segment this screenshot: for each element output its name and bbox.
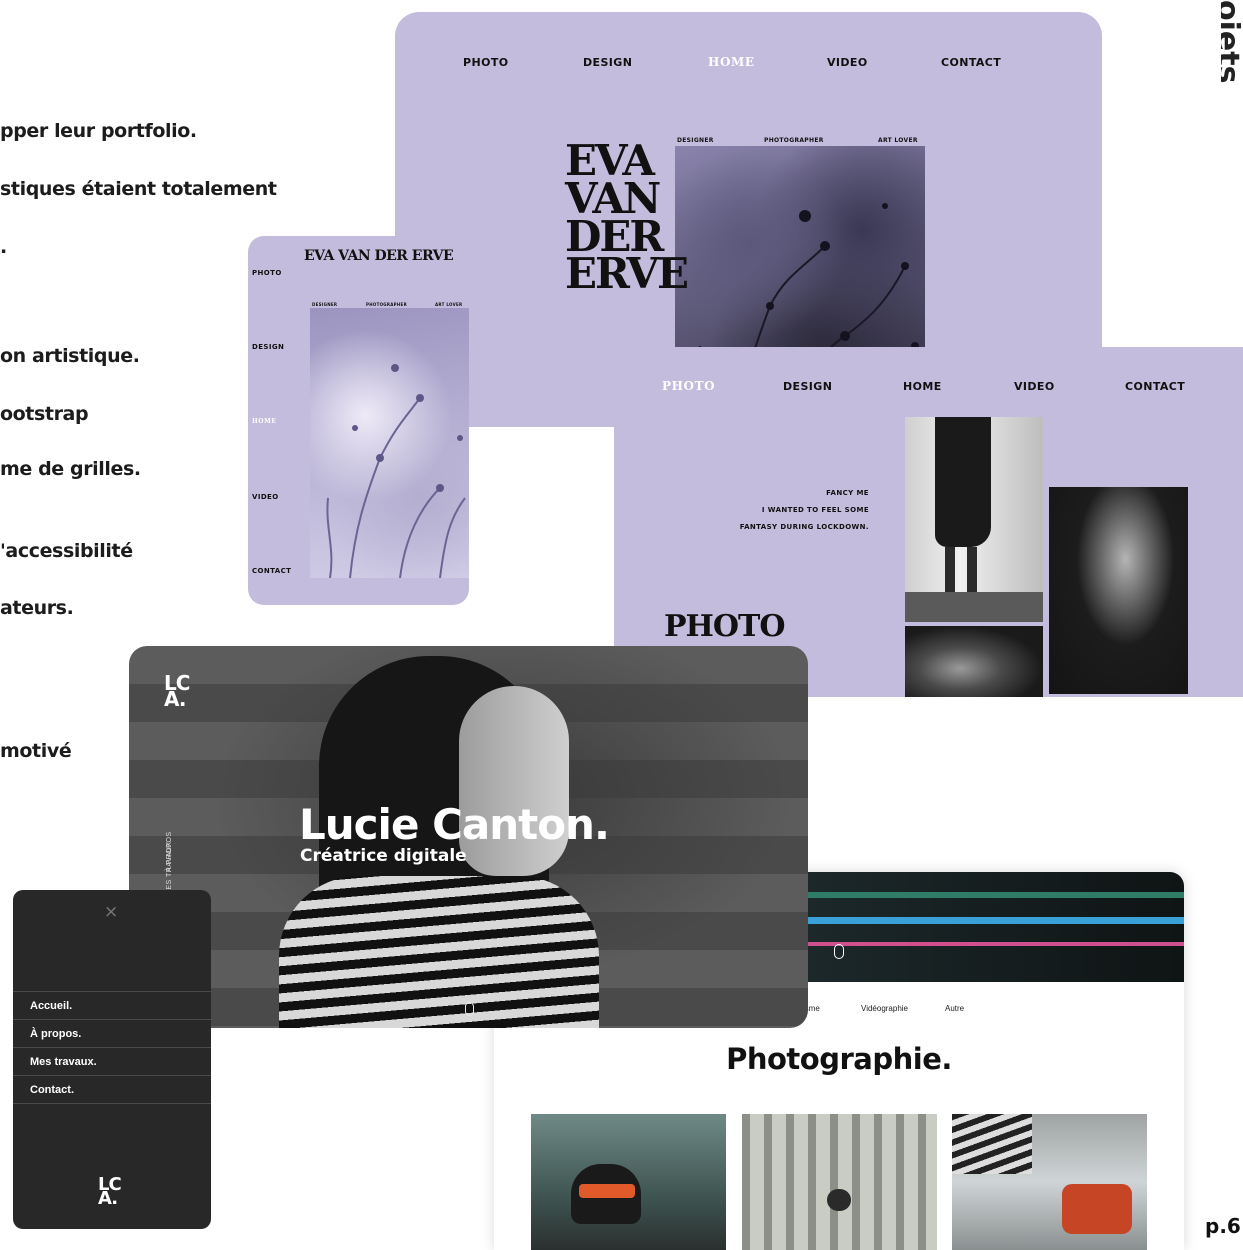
branches-illustration bbox=[326, 364, 466, 579]
body-text-line: pper leur portfolio. bbox=[0, 120, 197, 142]
nav-design[interactable]: DESIGN bbox=[252, 343, 284, 351]
body-text-line: motivé bbox=[0, 740, 72, 762]
body-text-line: . bbox=[0, 236, 7, 258]
nav-home[interactable]: HOME bbox=[903, 380, 942, 393]
photo-face bbox=[905, 626, 1043, 697]
nav-video[interactable]: VIDEO bbox=[252, 493, 279, 501]
eva-mobile-mockup: EVA VAN DER ERVE DESIGNER PHOTOGRAPHER A… bbox=[248, 236, 469, 605]
gallery-photo[interactable] bbox=[531, 1114, 726, 1250]
nav-contact[interactable]: CONTACT bbox=[1125, 380, 1185, 393]
body-text-line: me de grilles. bbox=[0, 458, 141, 480]
lucie-mobile-menu-mockup: × Accueil. À propos. Mes travaux. Contac… bbox=[13, 890, 211, 1229]
caption-line: FANTASY DURING LOCKDOWN. bbox=[739, 523, 869, 531]
hero-name: Lucie Canton. bbox=[299, 800, 610, 849]
scroll-indicator-icon bbox=[834, 944, 844, 959]
body-text-line: ootstrap bbox=[0, 403, 89, 425]
eva-name-block: EVA VAN DER ERVE bbox=[565, 140, 689, 299]
gallery-photo[interactable] bbox=[742, 1114, 937, 1250]
photo-caption: FANCY ME I WANTED TO FEEL SOME FANTASY D… bbox=[674, 485, 869, 536]
tag-art-lover: ART LOVER bbox=[878, 137, 918, 144]
page-number: p.6 bbox=[1205, 1214, 1241, 1238]
mobile-title: EVA VAN DER ERVE bbox=[304, 248, 454, 264]
tag-art-lover: ART LOVER bbox=[435, 302, 463, 307]
nav-photo[interactable]: PHOTO bbox=[463, 56, 508, 69]
photo-portrait bbox=[1049, 487, 1188, 694]
nav-photo[interactable]: PHOTO bbox=[662, 379, 715, 393]
filter-videographie[interactable]: Vidéographie bbox=[861, 1004, 908, 1013]
nav-design[interactable]: DESIGN bbox=[583, 56, 632, 69]
nav-photo[interactable]: PHOTO bbox=[252, 269, 282, 277]
hero-subtitle: Créatrice digitale bbox=[300, 846, 467, 866]
tag-photographer: PHOTOGRAPHER bbox=[366, 302, 407, 307]
menu-item-a-propos[interactable]: À propos. bbox=[13, 1019, 211, 1046]
body-text-line: ateurs. bbox=[0, 597, 74, 619]
filter-autre[interactable]: Autre bbox=[945, 1004, 964, 1013]
caption-line: FANCY ME bbox=[826, 489, 869, 497]
gallery-heading: Photographie. bbox=[726, 1042, 952, 1076]
close-icon[interactable]: × bbox=[104, 902, 118, 922]
logo[interactable]: LC A. bbox=[98, 1175, 122, 1207]
nav-home[interactable]: HOME bbox=[252, 418, 277, 425]
photo-dress bbox=[905, 417, 1043, 622]
eva-photo-mockup: PHOTO DESIGN HOME VIDEO CONTACT FANCY ME… bbox=[614, 347, 1243, 697]
side-nav-mes-travaux[interactable]: MES TRAVAUX bbox=[160, 836, 180, 896]
lucie-hero-mockup: LC A. À PROPOS MES TRAVAUX Lucie Canton.… bbox=[129, 646, 808, 1028]
menu-item-contact[interactable]: Contact. bbox=[13, 1075, 211, 1104]
gallery-photo[interactable] bbox=[952, 1114, 1147, 1250]
body-text-line: stiques étaient totalement bbox=[0, 178, 277, 200]
nav-video[interactable]: VIDEO bbox=[1014, 380, 1055, 393]
nav-home[interactable]: HOME bbox=[708, 55, 755, 69]
striped-shirt bbox=[279, 876, 599, 1028]
logo[interactable]: LC A. bbox=[164, 673, 190, 709]
body-text-line: on artistique. bbox=[0, 345, 140, 367]
nav-contact[interactable]: CONTACT bbox=[252, 567, 291, 575]
menu-item-mes-travaux[interactable]: Mes travaux. bbox=[13, 1047, 211, 1074]
photo-heading: PHOTO bbox=[664, 609, 785, 644]
nav-video[interactable]: VIDEO bbox=[827, 56, 868, 69]
nav-contact[interactable]: CONTACT bbox=[941, 56, 1001, 69]
side-section-label: ojets bbox=[1221, 0, 1243, 84]
nav-design[interactable]: DESIGN bbox=[783, 380, 832, 393]
menu-item-accueil[interactable]: Accueil. bbox=[13, 991, 211, 1018]
mobile-hero-photo bbox=[310, 308, 469, 579]
scroll-mouse-icon bbox=[465, 1002, 474, 1016]
caption-line: I WANTED TO FEEL SOME bbox=[761, 506, 869, 514]
body-text-line: 'accessibilité bbox=[0, 540, 133, 562]
tag-photographer: PHOTOGRAPHER bbox=[764, 137, 824, 144]
tag-designer: DESIGNER bbox=[312, 302, 338, 307]
name-line: ERVE bbox=[565, 249, 689, 299]
